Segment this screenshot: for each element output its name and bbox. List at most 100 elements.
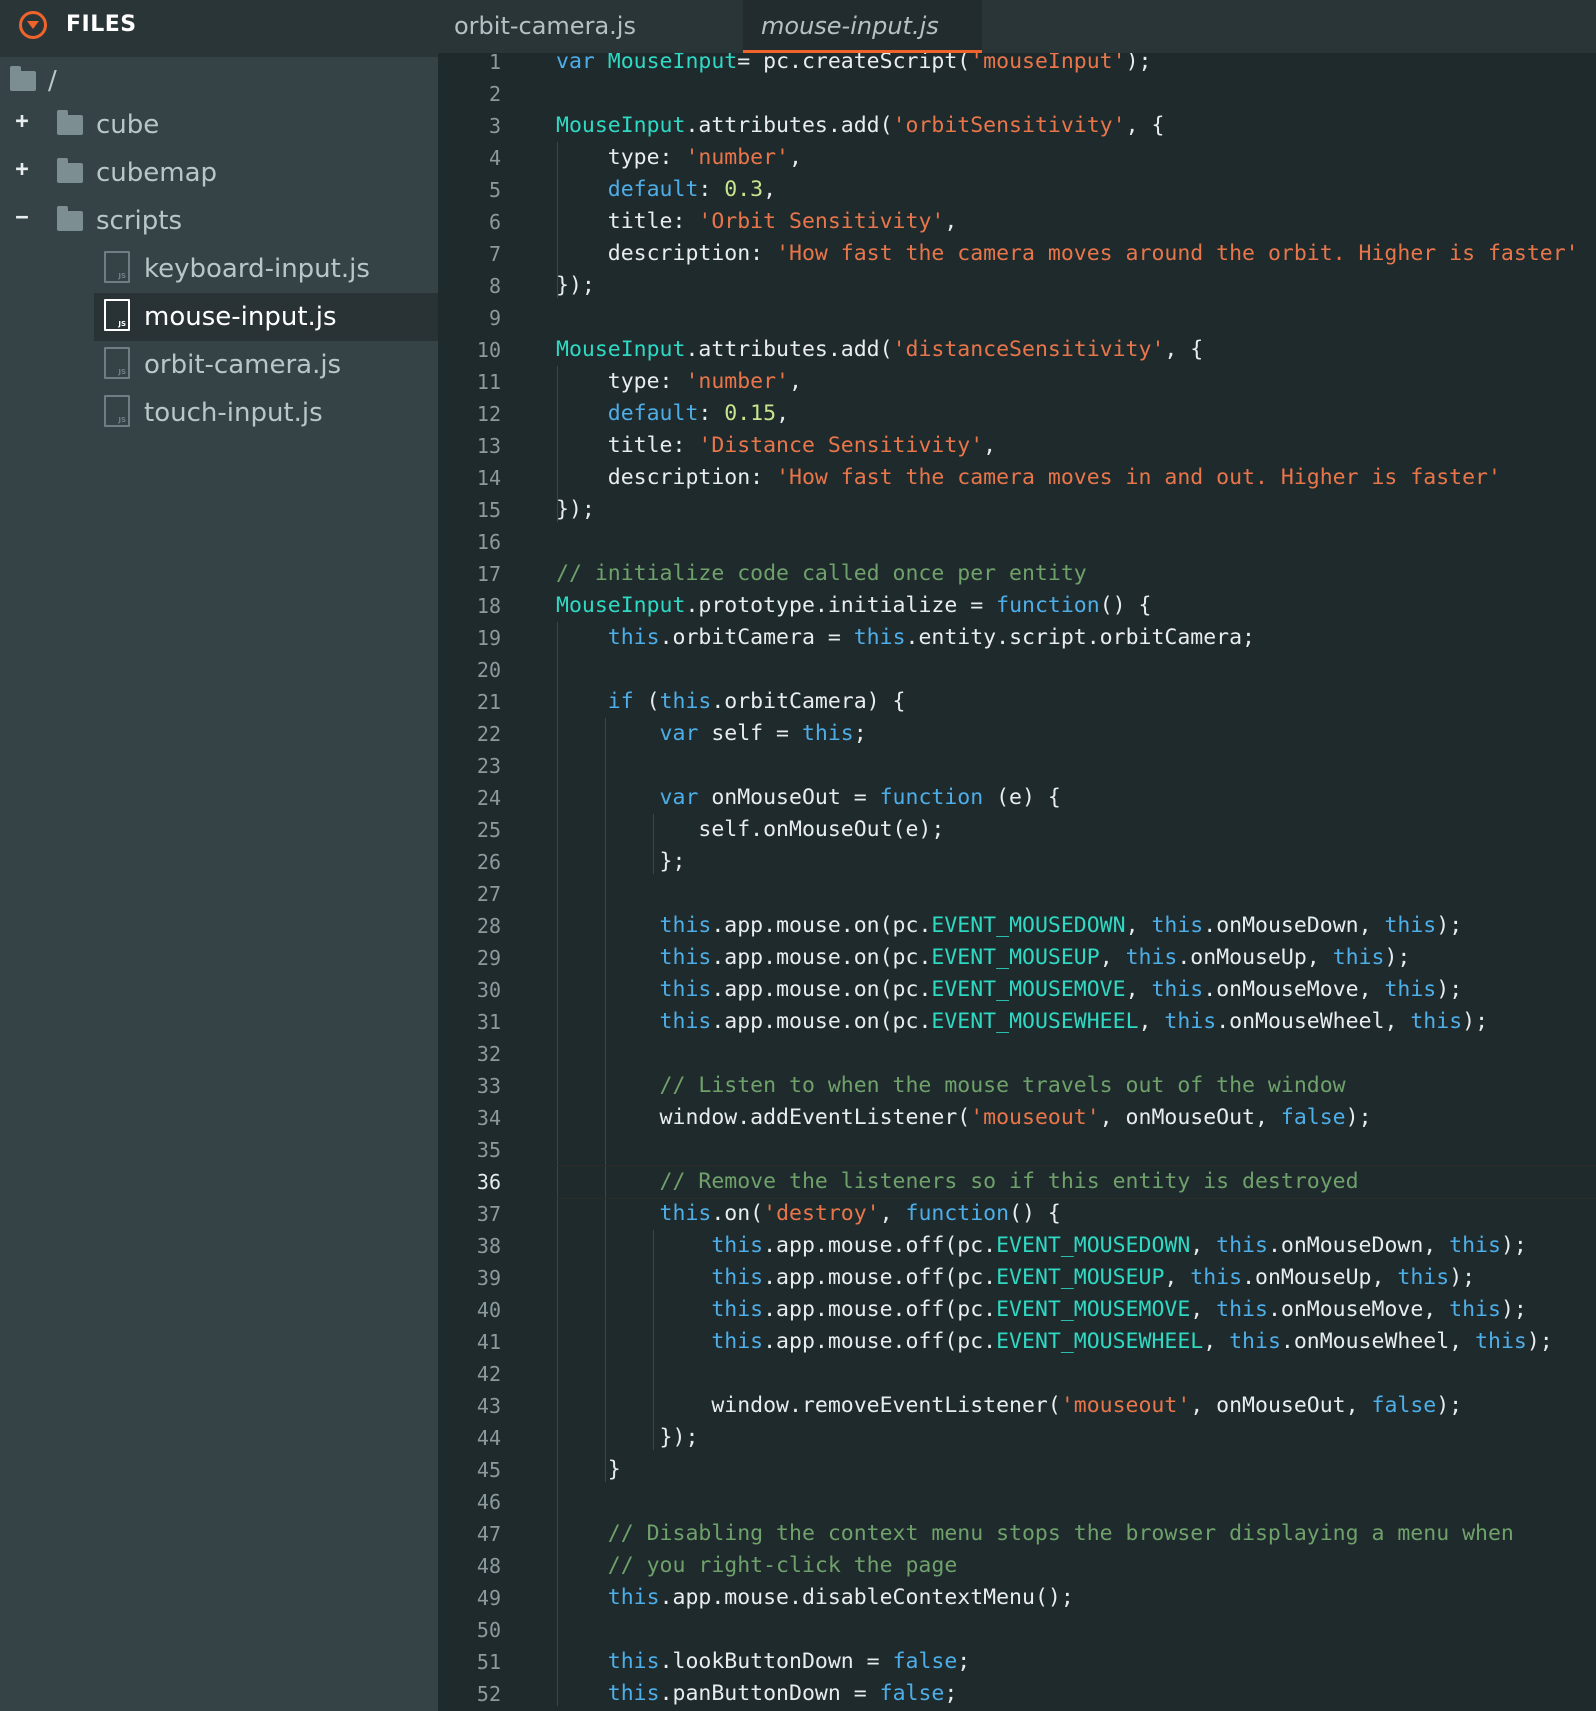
code-line: MouseInput.attributes.add('distanceSensi…	[556, 334, 1203, 366]
code-token: );	[1500, 1297, 1527, 1322]
code-token: description:	[556, 465, 777, 490]
code-token: );	[1384, 945, 1411, 970]
code-token: this	[1332, 945, 1385, 970]
collapse-icon[interactable]: −	[13, 207, 31, 229]
code-token: false	[1371, 1393, 1437, 1418]
code-token: false	[892, 1649, 958, 1674]
collapse-panel-icon[interactable]	[19, 11, 47, 39]
tree-item-root[interactable]: /	[0, 57, 438, 105]
line-number: 24	[476, 786, 501, 810]
code-token: this	[556, 1585, 660, 1610]
code-line: if (this.orbitCamera) {	[556, 686, 906, 718]
tree-item-keyboard-input[interactable]: keyboard-input.js	[0, 245, 438, 293]
code-token: ,	[944, 209, 958, 234]
expand-icon[interactable]: +	[13, 159, 31, 181]
tree-item-label: cubemap	[96, 158, 218, 188]
code-token: this	[556, 1265, 764, 1290]
code-line: MouseInput.attributes.add('orbitSensitiv…	[556, 110, 1164, 142]
tab-label: orbit-camera.js	[454, 12, 636, 40]
code-line: this.app.mouse.on(pc.EVENT_MOUSEDOWN, th…	[556, 910, 1463, 942]
code-token: .onMouseMove,	[1203, 977, 1385, 1002]
code-token: this	[1449, 1297, 1501, 1322]
code-token: .panButtonDown =	[659, 1681, 880, 1706]
code-token: onMouseOut =	[698, 785, 880, 810]
tree-item-cube[interactable]: + cube	[0, 101, 438, 149]
line-number: 14	[476, 466, 501, 490]
code-token: false	[879, 1681, 945, 1706]
js-file-icon	[104, 395, 130, 427]
tree-item-scripts[interactable]: − scripts	[0, 197, 438, 245]
code-token: .app.mouse.on(pc.	[711, 945, 932, 970]
code-token: }	[556, 1457, 621, 1482]
code-string: 'destroy'	[763, 1201, 880, 1226]
code-token: EVENT_MOUSEMOVE	[996, 1297, 1191, 1322]
code-token: ,	[1099, 945, 1126, 970]
code-token: this	[1449, 1233, 1501, 1258]
code-token: , onMouseOut,	[1099, 1105, 1281, 1130]
code-token: .onMouseDown,	[1203, 913, 1385, 938]
code-token: .lookButtonDown =	[659, 1649, 893, 1674]
line-number: 11	[476, 370, 501, 394]
line-number: 12	[476, 402, 501, 426]
line-number: 36	[476, 1170, 501, 1194]
code-string: 'number'	[685, 369, 790, 394]
code-token: , {	[1164, 337, 1204, 362]
code-token: ,	[1125, 913, 1152, 938]
line-number: 41	[476, 1330, 501, 1354]
code-token: this	[853, 625, 906, 650]
code-line: window.addEventListener('mouseout', onMo…	[556, 1102, 1372, 1134]
code-token: });	[556, 1425, 699, 1450]
line-number: 9	[488, 306, 501, 330]
code-token: .attributes.add(	[685, 113, 893, 138]
code-token: this	[1190, 1265, 1243, 1290]
tree-item-label: /	[48, 66, 57, 96]
line-number: 50	[476, 1618, 501, 1642]
code-line: this.app.mouse.disableContextMenu();	[556, 1582, 1074, 1614]
tree-item-cubemap[interactable]: + cubemap	[0, 149, 438, 197]
tree-item-mouse-input[interactable]: mouse-input.js	[94, 293, 438, 341]
code-token: );	[1500, 1233, 1527, 1258]
code-string: 'orbitSensitivity'	[892, 113, 1126, 138]
code-line: this.orbitCamera = this.entity.script.or…	[556, 622, 1255, 654]
line-number: 45	[476, 1458, 501, 1482]
code-token: ,	[789, 369, 802, 394]
code-string: 'number'	[685, 145, 790, 170]
tab-orbit-camera[interactable]: orbit-camera.js	[438, 0, 743, 53]
code-token: (e) {	[983, 785, 1061, 810]
code-token: EVENT_MOUSEUP	[996, 1265, 1165, 1290]
code-token: ,	[789, 145, 802, 170]
line-number: 20	[476, 658, 501, 682]
tab-mouse-input[interactable]: mouse-input.js	[743, 0, 982, 53]
code-token: 0.15	[724, 401, 777, 426]
code-string: 'How fast the camera moves around the or…	[776, 241, 1579, 266]
code-editor[interactable]: 1 2 3 4 5 6 7 8 9 10 11 12 13 14 15 16 17 18 19 20 21 22 23 24 2…	[438, 53, 1596, 1711]
code-area[interactable]: var MouseInput= pc.createScript('mouseIn…	[556, 53, 1596, 1711]
code-token: ,	[763, 177, 777, 202]
code-token: this	[1125, 945, 1178, 970]
expand-icon[interactable]: +	[13, 111, 31, 133]
tree-item-orbit-camera[interactable]: orbit-camera.js	[0, 341, 438, 389]
code-line: window.removeEventListener('mouseout', o…	[556, 1390, 1462, 1422]
js-file-icon	[104, 251, 130, 283]
code-token: (	[633, 689, 660, 714]
code-token: this	[556, 1329, 764, 1354]
code-token: :	[698, 177, 725, 202]
code-token: var	[556, 785, 699, 810]
code-line: title: 'Distance Sensitivity',	[556, 430, 996, 462]
line-number: 25	[476, 818, 501, 842]
line-number: 32	[476, 1042, 501, 1066]
code-token: .orbitCamera) {	[711, 689, 906, 714]
line-number: 29	[476, 946, 501, 970]
code-comment: // Remove the listeners so if this entit…	[556, 1169, 1359, 1194]
code-token: EVENT_MOUSEWHEEL	[931, 1009, 1139, 1034]
files-panel-title: FILES	[66, 12, 137, 37]
line-number: 44	[476, 1426, 501, 1450]
code-token: .app.mouse.off(pc.	[763, 1297, 997, 1322]
code-line: this.app.mouse.on(pc.EVENT_MOUSEMOVE, th…	[556, 974, 1463, 1006]
code-token: () {	[1099, 593, 1152, 618]
tree-item-touch-input[interactable]: touch-input.js	[0, 389, 438, 437]
line-number: 52	[476, 1682, 501, 1706]
line-number: 39	[476, 1266, 501, 1290]
code-token: );	[1462, 1009, 1489, 1034]
code-line: this.app.mouse.on(pc.EVENT_MOUSEWHEEL, t…	[556, 1006, 1488, 1038]
